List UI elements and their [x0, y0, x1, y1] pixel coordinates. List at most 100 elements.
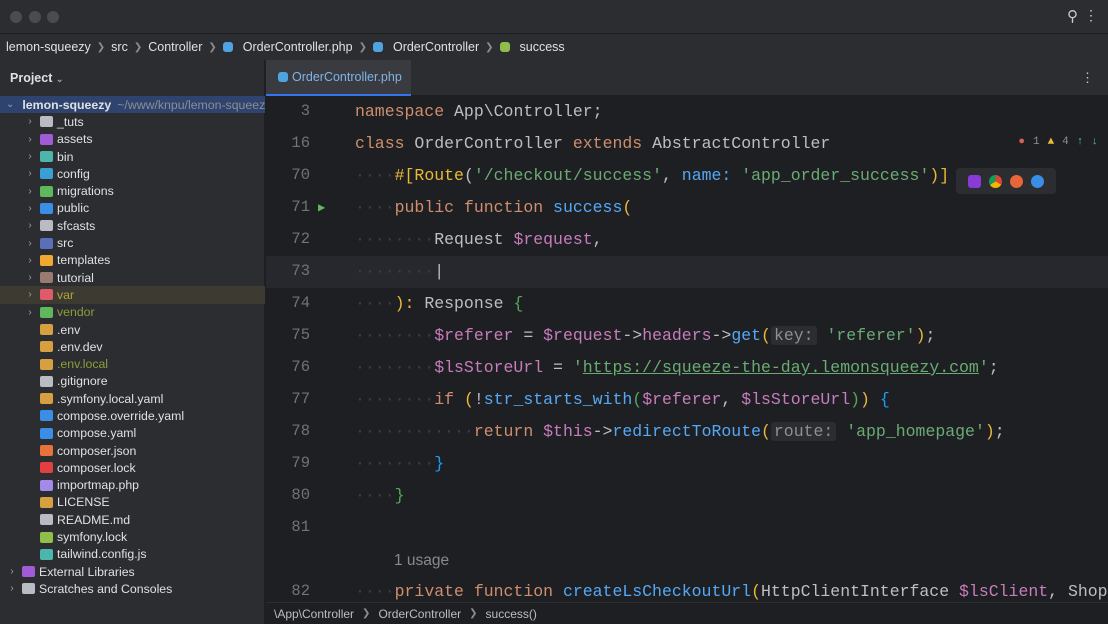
chevron-icon[interactable]: › [24, 116, 36, 127]
project-dropdown[interactable]: Project ⌄ [10, 71, 63, 85]
minimize-window-button[interactable] [29, 11, 41, 23]
tree-item[interactable]: README.md [0, 511, 265, 528]
tree-item[interactable]: › var [0, 286, 265, 304]
breadcrumb-item[interactable]: Controller [148, 40, 202, 54]
tree-item[interactable]: composer.lock [0, 459, 265, 476]
route-gutter-icon[interactable]: ▶ [318, 200, 325, 215]
tree-item-label: lemon-squeezy [22, 97, 112, 112]
chevron-icon[interactable]: › [24, 203, 36, 214]
tree-item[interactable]: .env.dev [0, 338, 265, 355]
tree-item[interactable]: › migrations [0, 182, 265, 199]
code-line[interactable]: ········| [355, 256, 444, 288]
tree-item[interactable]: compose.override.yaml [0, 407, 265, 424]
tree-item[interactable]: › public [0, 200, 265, 217]
tree-item-label: .symfony.local.yaml [57, 391, 164, 406]
tree-item[interactable]: tailwind.config.js [0, 546, 265, 563]
inspection-widget[interactable]: ● 1 ▲ 4 ↑ ↓ [1018, 136, 1098, 148]
code-token: , [592, 230, 603, 249]
code-line[interactable]: ········Request $request, [355, 224, 603, 256]
code-line[interactable]: ····} [355, 480, 405, 512]
tree-item[interactable]: › tutorial [0, 269, 265, 286]
tree-item[interactable]: composer.json [0, 442, 265, 459]
chevron-icon[interactable]: › [24, 238, 36, 249]
tree-item[interactable]: › vendor [0, 304, 265, 321]
tree-item[interactable]: › assets [0, 131, 265, 148]
code-editor[interactable]: OrderController.php ⋮ ● 1 ▲ 4 ↑ ↓ 3 namespac… [266, 60, 1108, 624]
code-line[interactable]: ············return $this->redirectToRout… [355, 416, 1005, 448]
next-highlight-icon[interactable]: ↓ [1091, 136, 1098, 148]
chevron-icon[interactable]: › [24, 307, 36, 318]
code-token: ; [988, 358, 999, 377]
chrome-icon[interactable] [989, 174, 1002, 188]
tree-item[interactable]: compose.yaml [0, 425, 265, 442]
folder-icon [22, 583, 35, 595]
tree-item[interactable]: › sfcasts [0, 217, 265, 234]
error-icon: ● [1018, 136, 1025, 148]
code-line[interactable]: class OrderController extends AbstractCo… [355, 128, 830, 160]
chevron-icon[interactable]: › [6, 566, 18, 577]
tree-item[interactable]: symfony.lock [0, 528, 265, 545]
safari-icon[interactable] [1031, 174, 1044, 188]
code-line[interactable]: ····#[Route('/checkout/success', name: '… [355, 160, 949, 192]
title-bar: ⚲ ⋮ [0, 0, 1108, 34]
firefox-icon[interactable] [1010, 174, 1023, 188]
breadcrumb-item[interactable]: OrderController [393, 40, 479, 54]
folder-icon [40, 220, 53, 232]
phpstorm-icon[interactable] [968, 174, 981, 188]
tab-order-controller[interactable]: OrderController.php [266, 60, 411, 96]
tree-item[interactable]: .symfony.local.yaml [0, 390, 265, 407]
tree-item[interactable]: ⌄ lemon-squeezy ~/www/knpu/lemon-squeezy [0, 96, 265, 114]
tree-item[interactable]: › External Libraries [0, 563, 265, 580]
folder-icon [22, 566, 35, 578]
tree-item[interactable]: .env [0, 321, 265, 338]
chevron-icon[interactable]: › [24, 134, 36, 145]
tree-item[interactable]: › _tuts [0, 113, 265, 130]
status-crumb[interactable]: \App\Controller [274, 607, 354, 621]
breadcrumb-item[interactable]: src [111, 40, 128, 54]
chevron-icon[interactable]: › [6, 583, 18, 594]
chevron-icon[interactable]: › [24, 289, 36, 300]
tree-item[interactable]: LICENSE [0, 494, 265, 511]
tree-item-label: composer.json [57, 443, 137, 458]
search-icon[interactable]: ⚲ [1067, 7, 1078, 25]
line-number: 71 [291, 198, 310, 216]
code-area[interactable]: ● 1 ▲ 4 ↑ ↓ 3 namespace App\Controller; 16 cla… [266, 96, 1108, 606]
chevron-icon[interactable]: › [24, 220, 36, 231]
chevron-icon[interactable]: › [24, 168, 36, 179]
tree-item[interactable]: .gitignore [0, 373, 265, 390]
chevron-icon[interactable]: › [24, 186, 36, 197]
chevron-icon[interactable]: › [24, 272, 36, 283]
breadcrumb-item[interactable]: lemon-squeezy [6, 40, 91, 54]
status-crumb[interactable]: success() [486, 607, 537, 621]
code-line[interactable]: ········$referer = $request->headers->ge… [355, 320, 935, 352]
tree-item[interactable]: importmap.php [0, 477, 265, 494]
line-number: 72 [291, 230, 310, 248]
usage-hint[interactable]: 1 usage [394, 552, 449, 570]
more-icon[interactable]: ⋮ [1084, 7, 1098, 24]
folder-icon [40, 168, 53, 180]
tree-item-label: var [57, 287, 75, 302]
tree-item[interactable]: › Scratches and Consoles [0, 580, 265, 597]
code-line[interactable]: ········if (!str_starts_with($referer, $… [355, 384, 890, 416]
chevron-icon[interactable]: › [24, 151, 36, 162]
code-line[interactable]: ········} [355, 448, 444, 480]
tree-item[interactable]: › src [0, 234, 265, 251]
status-crumb[interactable]: OrderController [378, 607, 461, 621]
tree-item[interactable]: › templates [0, 252, 265, 269]
code-line[interactable]: ········$lsStoreUrl = 'https://squeeze-t… [355, 352, 999, 384]
tree-item[interactable]: › config [0, 165, 265, 182]
code-line[interactable]: namespace App\Controller; [355, 96, 603, 128]
code-line[interactable]: ····public function success( [355, 192, 632, 224]
tree-item-label: compose.yaml [57, 426, 137, 441]
tab-options-icon[interactable]: ⋮ [1081, 70, 1094, 86]
tree-item[interactable]: › bin [0, 148, 265, 165]
breadcrumb-item[interactable]: OrderController.php [243, 40, 353, 54]
close-window-button[interactable] [10, 11, 22, 23]
code-line[interactable]: ····): Response { [355, 288, 523, 320]
maximize-window-button[interactable] [47, 11, 59, 23]
chevron-icon[interactable]: ⌄ [6, 99, 14, 110]
tree-item[interactable]: .env.local [0, 355, 265, 372]
breadcrumb-item[interactable]: success [520, 40, 565, 54]
chevron-icon[interactable]: › [24, 255, 36, 266]
previous-highlight-icon[interactable]: ↑ [1077, 136, 1084, 148]
